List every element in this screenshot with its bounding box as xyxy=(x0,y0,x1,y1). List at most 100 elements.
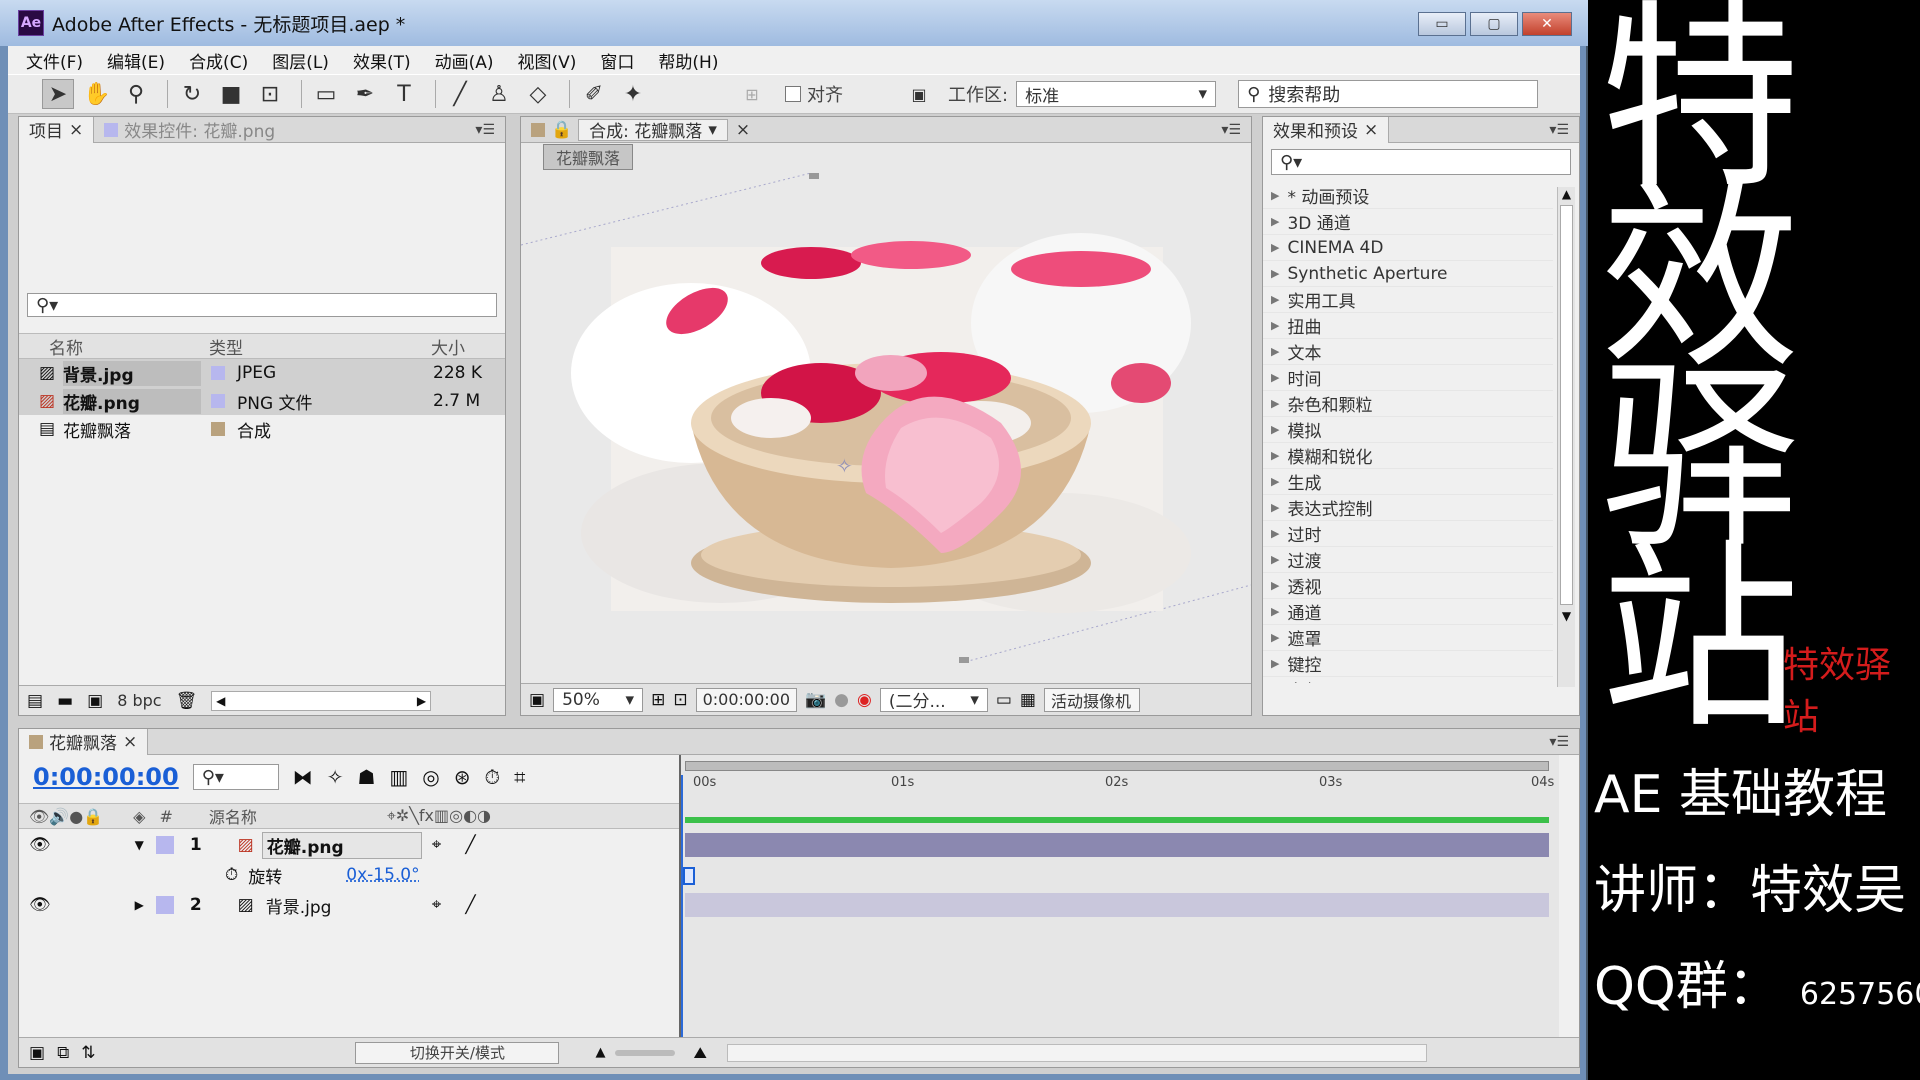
shy-layers-icon[interactable]: ☗ xyxy=(357,765,375,789)
zoom-out-icon[interactable]: ▲ xyxy=(595,1045,605,1060)
list-item[interactable]: ▶ 透视 xyxy=(1263,573,1553,599)
column-source-name[interactable]: 源名称 xyxy=(209,804,379,828)
list-item[interactable]: ▶ 模拟 xyxy=(1263,417,1553,443)
motion-blur-icon[interactable]: ◎ xyxy=(422,765,439,789)
axis-mode-icon[interactable]: ⊞ xyxy=(736,79,768,109)
comp-mini-flowchart-icon[interactable]: ⧓ xyxy=(293,765,313,789)
snapshot-icon[interactable]: 📷 xyxy=(805,690,826,710)
twirl-right-icon[interactable]: ▶ xyxy=(135,898,144,912)
list-item[interactable]: ▶ 实用工具 xyxy=(1263,287,1553,313)
fit-icon[interactable]: ⊞ xyxy=(651,690,665,710)
timeline-search-input[interactable]: ⚲▾ xyxy=(193,764,279,790)
panel-menu-icon[interactable]: ▾☰ xyxy=(1221,122,1241,138)
comp-navigator-chip[interactable]: 花瓣飘落 xyxy=(543,144,633,170)
close-button[interactable]: ✕ xyxy=(1522,12,1572,36)
panel-menu-icon[interactable]: ▾☰ xyxy=(475,122,495,138)
camera-view-select[interactable]: 活动摄像机 xyxy=(1044,688,1140,712)
list-item[interactable]: ▶ 时间 xyxy=(1263,365,1553,391)
expand-transfer-controls-icon[interactable]: ⧉ xyxy=(57,1043,69,1063)
list-item[interactable]: ▶ 键控 xyxy=(1263,651,1553,677)
stopwatch-icon[interactable]: ⏱ xyxy=(225,865,238,885)
menu-layer[interactable]: 图层(L) xyxy=(272,48,329,73)
collapse-switch-icon[interactable]: ⌖ xyxy=(432,835,442,855)
project-search-input[interactable]: ⚲▾ xyxy=(27,293,497,317)
magnification-select[interactable]: 50% ▾ xyxy=(553,688,643,712)
pan-behind-tool-icon[interactable]: ⊡ xyxy=(254,79,286,109)
comp-timecode[interactable]: 0:00:00:00 xyxy=(696,688,797,712)
list-item[interactable]: ▶ 3D 通道 xyxy=(1263,209,1553,235)
eye-icon[interactable]: 👁 xyxy=(29,895,51,915)
rotate-tool-icon[interactable]: ↻ xyxy=(176,79,208,109)
workspace-select[interactable]: 标准 ▾ xyxy=(1016,81,1216,107)
panel-menu-icon[interactable]: ▾☰ xyxy=(1549,122,1569,138)
region-of-interest-icon[interactable]: ⊡ xyxy=(673,690,687,710)
list-item[interactable]: ▶ 过渡 xyxy=(1263,547,1553,573)
snap-checkbox[interactable] xyxy=(785,86,801,102)
zoom-in-icon[interactable]: ⛰ xyxy=(693,1043,706,1063)
column-type[interactable]: 类型 xyxy=(201,334,431,359)
help-search-input[interactable]: ⚲ 搜索帮助 xyxy=(1238,80,1538,108)
tab-effect-controls[interactable]: 效果控件: 花瓣.png xyxy=(94,117,285,143)
resolution-select[interactable]: (二分... ▾ xyxy=(880,688,988,712)
minimize-button[interactable]: ▭ xyxy=(1418,12,1466,36)
layer-name[interactable]: 背景.jpg xyxy=(262,893,422,918)
chevron-down-icon[interactable]: ▾ xyxy=(708,120,717,140)
auto-keyframe-icon[interactable]: ⏱ xyxy=(485,765,501,789)
current-time-indicator[interactable] xyxy=(681,775,683,1055)
fast-previews-icon[interactable]: ▭ xyxy=(996,690,1012,710)
tab-composition[interactable]: 合成: 花瓣飘落 ▾ xyxy=(578,119,728,141)
expand-layer-switches-icon[interactable]: ▣ xyxy=(29,1043,45,1063)
list-item[interactable]: ▶音频 xyxy=(1263,677,1553,683)
menu-animation[interactable]: 动画(A) xyxy=(435,48,494,73)
column-size[interactable]: 大小 xyxy=(431,334,491,359)
label-color-swatch[interactable] xyxy=(156,836,174,854)
list-item[interactable]: ▶ 表达式控制 xyxy=(1263,495,1553,521)
graph-editor-icon[interactable]: ⌗ xyxy=(514,765,525,789)
keyframe-marker[interactable] xyxy=(683,867,695,885)
zoom-tool-icon[interactable]: ⚲ xyxy=(120,79,152,109)
close-icon[interactable]: × xyxy=(1364,120,1378,140)
list-item[interactable]: ▶ CINEMA 4D xyxy=(1263,235,1553,261)
zoom-slider[interactable] xyxy=(615,1050,675,1056)
menu-edit[interactable]: 编辑(E) xyxy=(107,48,165,73)
selection-tool-icon[interactable]: ➤ xyxy=(42,79,74,109)
tab-timeline[interactable]: 花瓣飘落 × xyxy=(19,729,148,755)
show-snapshot-icon[interactable]: ● xyxy=(834,690,849,710)
work-area-bar[interactable] xyxy=(685,761,1549,771)
eraser-tool-icon[interactable]: ◇ xyxy=(522,79,554,109)
list-item[interactable]: ▶ 过时 xyxy=(1263,521,1553,547)
list-item[interactable]: ▶ 生成 xyxy=(1263,469,1553,495)
transparency-grid-icon[interactable]: ▦ xyxy=(1020,690,1036,710)
clone-stamp-tool-icon[interactable]: ♙ xyxy=(483,79,515,109)
list-item[interactable]: ▶ 通道 xyxy=(1263,599,1553,625)
menu-file[interactable]: 文件(F) xyxy=(26,48,83,73)
maximize-button[interactable]: ▢ xyxy=(1470,12,1518,36)
column-name[interactable]: 名称 xyxy=(19,334,201,359)
bit-depth-button[interactable]: 8 bpc xyxy=(117,691,161,710)
layer-duration-bar[interactable] xyxy=(685,893,1549,917)
table-row[interactable]: 👁 ▼ 1 ▨ 花瓣.png ⌖ ╱ xyxy=(19,831,679,859)
toggle-switches-modes-button[interactable]: 切换开关/模式 xyxy=(355,1042,559,1064)
project-item[interactable]: ▨ 背景.jpg JPEG 228 K xyxy=(19,359,505,387)
timeline-scrollbar[interactable] xyxy=(727,1044,1427,1062)
expand-in-out-panes-icon[interactable]: ⇅ xyxy=(81,1043,95,1063)
list-item[interactable]: ▶ * 动画预设 xyxy=(1263,183,1553,209)
close-icon[interactable]: × xyxy=(123,732,137,752)
hand-tool-icon[interactable]: ✋ xyxy=(81,79,113,109)
camera-tool-icon[interactable]: ■ xyxy=(215,79,247,109)
tab-project[interactable]: 项目 × xyxy=(19,117,94,143)
pen-tool-icon[interactable]: ✒ xyxy=(349,79,381,109)
twirl-down-icon[interactable]: ▼ xyxy=(135,838,144,852)
close-icon[interactable]: × xyxy=(736,120,750,140)
quality-switch-icon[interactable]: ╱ xyxy=(465,835,475,855)
menu-view[interactable]: 视图(V) xyxy=(518,48,577,73)
eye-icon[interactable]: 👁 xyxy=(29,835,51,855)
quality-switch-icon[interactable]: ╱ xyxy=(465,895,475,915)
list-item[interactable]: ▶ 扭曲 xyxy=(1263,313,1553,339)
project-item[interactable]: ▤ 花瓣飘落 合成 xyxy=(19,415,505,443)
project-item[interactable]: ▨ 花瓣.png PNG 文件 2.7 M xyxy=(19,387,505,415)
tab-effects-presets[interactable]: 效果和预设 × xyxy=(1263,117,1389,143)
effects-search-input[interactable]: ⚲▾ xyxy=(1271,149,1571,175)
horizontal-scrollbar[interactable]: ◀ ▶ xyxy=(211,691,431,711)
frame-blending-icon[interactable]: ▥ xyxy=(389,765,408,789)
